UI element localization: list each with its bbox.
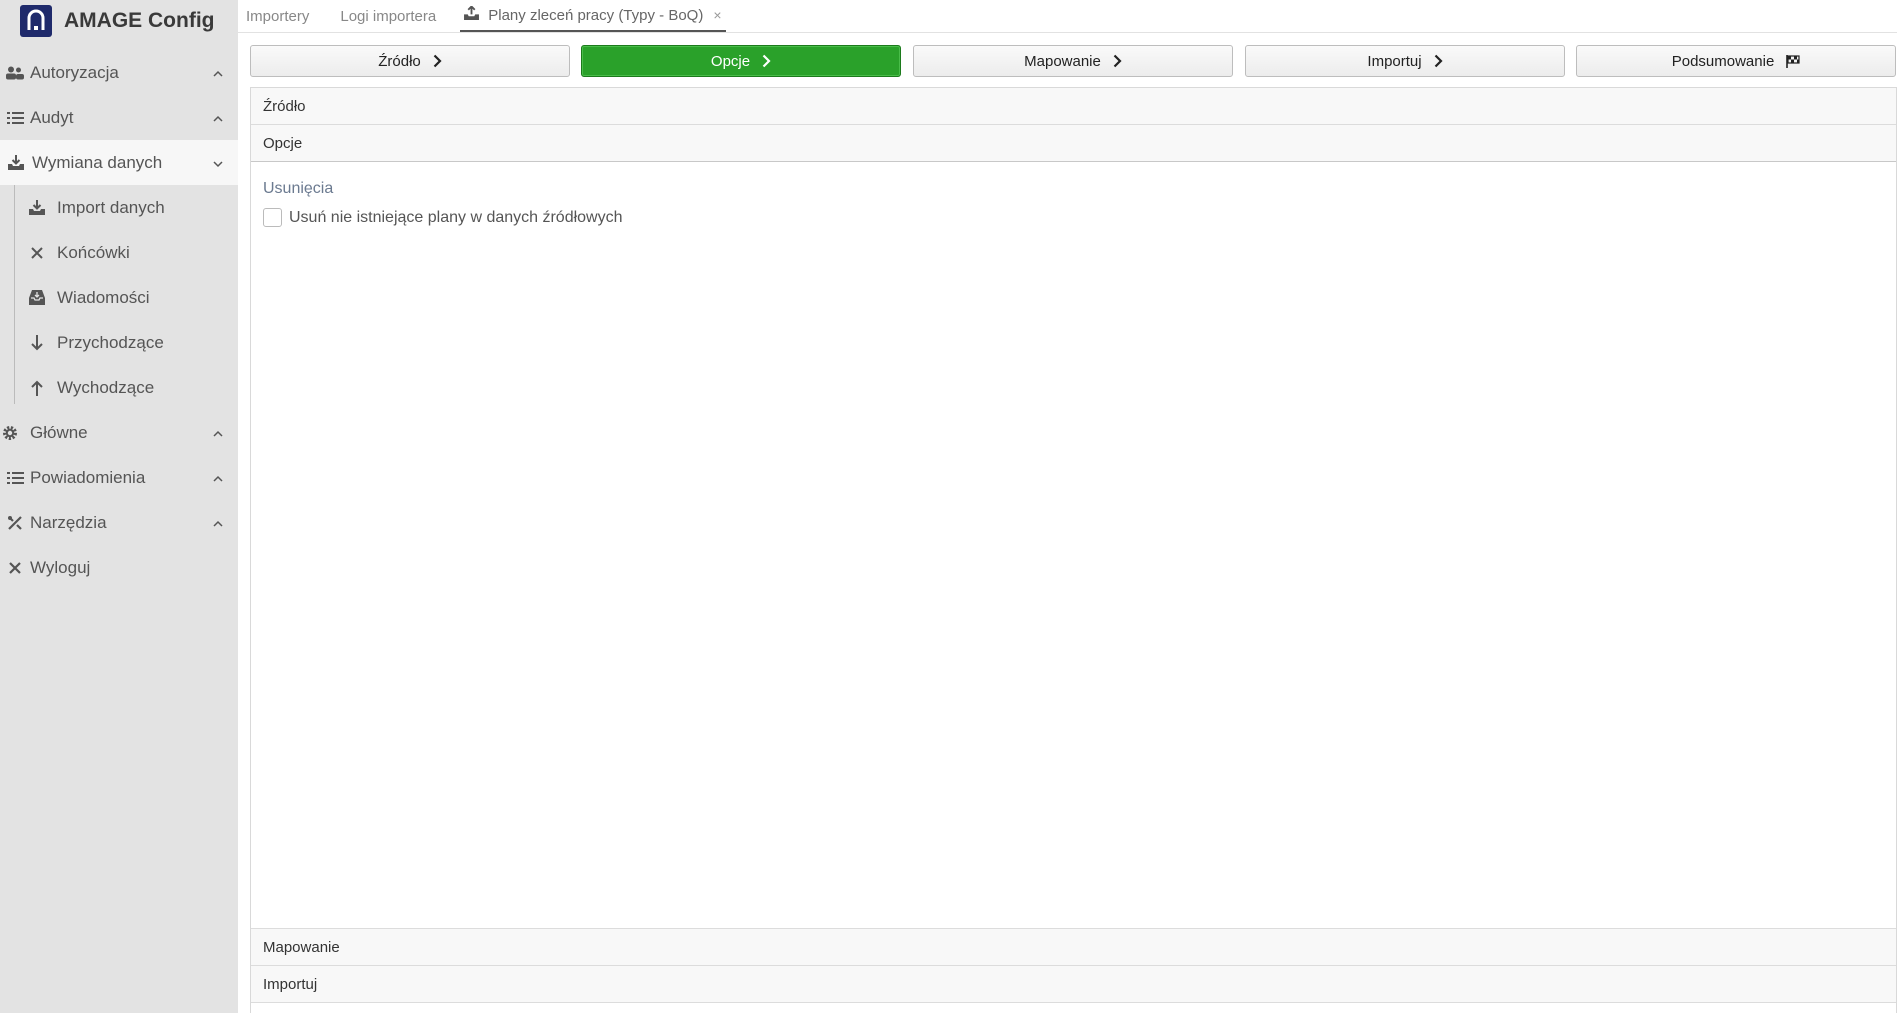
tab-label: Logi importera (340, 7, 437, 25)
app-title: AMAGE Config (64, 9, 215, 32)
chevron-right-icon (433, 54, 442, 68)
sidebar-item-autoryzacja[interactable]: Autoryzacja (0, 50, 238, 95)
sidebar-subitem-wychodzace[interactable]: Wychodzące (0, 365, 238, 410)
sidebar-item-label: Główne (30, 422, 88, 442)
download-tray-icon (26, 200, 48, 215)
section-title: Usunięcia (263, 180, 334, 197)
sidebar-subitem-przychodzace[interactable]: Przychodzące (0, 320, 238, 365)
step-importuj-button[interactable]: Importuj (1245, 45, 1565, 77)
sidebar-subitem-label: Wiadomości (57, 287, 150, 307)
chevron-up-icon (212, 515, 224, 535)
gear-icon (0, 425, 20, 441)
delete-missing-plans-checkbox[interactable] (263, 208, 282, 227)
accordion-header-label: Opcje (263, 134, 303, 152)
cross-arrows-icon (26, 246, 48, 260)
accordion-header-label: Importuj (263, 975, 318, 993)
sidebar-item-label: Audyt (30, 107, 74, 127)
sidebar-item-powiadomienia[interactable]: Powiadomienia (0, 455, 238, 500)
accordion-header-mapowanie[interactable]: Mapowanie (251, 929, 1896, 966)
options-panel: Usunięcia Usuń nie istniejące plany w da… (251, 162, 1896, 929)
sidebar-submenu: Import danych Końcówki Wiadomości Przych… (0, 185, 238, 410)
tab-logi-importera[interactable]: Logi importera (336, 0, 440, 32)
chevron-right-icon (1434, 54, 1443, 68)
upload-tray-icon (464, 5, 480, 24)
sidebar: AMAGE Config Autoryzacja Audyt Wymiana d… (0, 0, 238, 1013)
list-icon (0, 111, 30, 125)
submenu-divider (14, 185, 15, 404)
sidebar-item-label: Autoryzacja (30, 62, 119, 82)
accordion-header-label: Źródło (263, 97, 306, 115)
step-label: Mapowanie (1024, 52, 1101, 70)
flag-checkered-icon (1786, 54, 1800, 68)
inbox-icon (26, 290, 48, 305)
chevron-up-icon (212, 110, 224, 130)
chevron-up-icon (212, 425, 224, 445)
sidebar-item-audyt[interactable]: Audyt (0, 95, 238, 140)
chevron-down-icon (212, 155, 224, 175)
accordion-header-importuj[interactable]: Importuj (251, 966, 1896, 1003)
step-mapowanie-button[interactable]: Mapowanie (913, 45, 1233, 77)
sidebar-item-wyloguj[interactable]: Wyloguj (0, 545, 238, 590)
sidebar-subitem-label: Wychodzące (57, 377, 155, 397)
step-opcje-button[interactable]: Opcje (581, 45, 901, 77)
tab-importery[interactable]: Importery (242, 0, 313, 32)
sidebar-item-label: Wyloguj (30, 557, 91, 577)
step-label: Opcje (710, 52, 751, 70)
delete-option-row: Usuń nie istniejące plany w danych źródł… (263, 208, 1884, 227)
step-label: Importuj (1367, 52, 1422, 70)
chevron-up-icon (212, 470, 224, 490)
close-tab-icon[interactable]: × (713, 7, 721, 23)
sidebar-item-label: Wymiana danych (32, 152, 163, 172)
sidebar-item-glowne[interactable]: Główne (0, 410, 238, 455)
sidebar-item-wymiana-danych[interactable]: Wymiana danych (0, 140, 238, 185)
sidebar-subitem-import-danych[interactable]: Import danych (0, 185, 238, 230)
step-label: Podsumowanie (1671, 52, 1775, 70)
step-podsumowanie-button[interactable]: Podsumowanie (1576, 45, 1896, 77)
sidebar-subitem-wiadomosci[interactable]: Wiadomości (0, 275, 238, 320)
accordion-header-opcje[interactable]: Opcje (251, 125, 1896, 162)
wizard-accordion: Źródło Opcje Usunięcia Usuń nie istnieją… (250, 87, 1897, 1013)
sidebar-item-label: Powiadomienia (30, 467, 146, 487)
users-icon (0, 66, 30, 80)
amage-logo-icon (20, 5, 52, 37)
chevron-up-icon (212, 65, 224, 85)
sidebar-subitem-label: Import danych (57, 197, 165, 217)
step-zrodlo-button[interactable]: Źródło (250, 45, 570, 77)
tab-plany-zlecen[interactable]: Plany zleceń pracy (Typy - BoQ) × (460, 0, 726, 32)
accordion-header-zrodlo[interactable]: Źródło (251, 88, 1896, 125)
chevron-right-icon (762, 54, 771, 68)
delete-missing-plans-label[interactable]: Usuń nie istniejące plany w danych źródł… (289, 209, 623, 227)
chevron-right-icon (1113, 54, 1122, 68)
list-icon (0, 471, 30, 485)
step-label: Źródło (378, 52, 421, 70)
download-tray-icon (0, 155, 32, 170)
wizard-steps: Źródło Opcje Mapowanie Importuj Podsumow… (250, 45, 1897, 77)
sidebar-item-label: Narzędzia (30, 512, 107, 532)
tab-label: Plany zleceń pracy (Typy - BoQ) (488, 6, 704, 24)
close-icon (0, 561, 30, 575)
accordion-header-label: Mapowanie (263, 938, 340, 956)
sidebar-subitem-label: Przychodzące (57, 332, 164, 352)
arrow-down-icon (26, 334, 48, 351)
arrow-up-icon (26, 380, 48, 396)
sidebar-subitem-koncowki[interactable]: Końcówki (0, 230, 238, 275)
tools-icon (0, 515, 30, 531)
brand: AMAGE Config (0, 0, 238, 42)
tab-bar: Importery Logi importera Plany zleceń pr… (238, 0, 1897, 33)
sidebar-item-narzedzia[interactable]: Narzędzia (0, 500, 238, 545)
sidebar-subitem-label: Końcówki (57, 242, 130, 262)
tab-label: Importery (246, 7, 310, 25)
